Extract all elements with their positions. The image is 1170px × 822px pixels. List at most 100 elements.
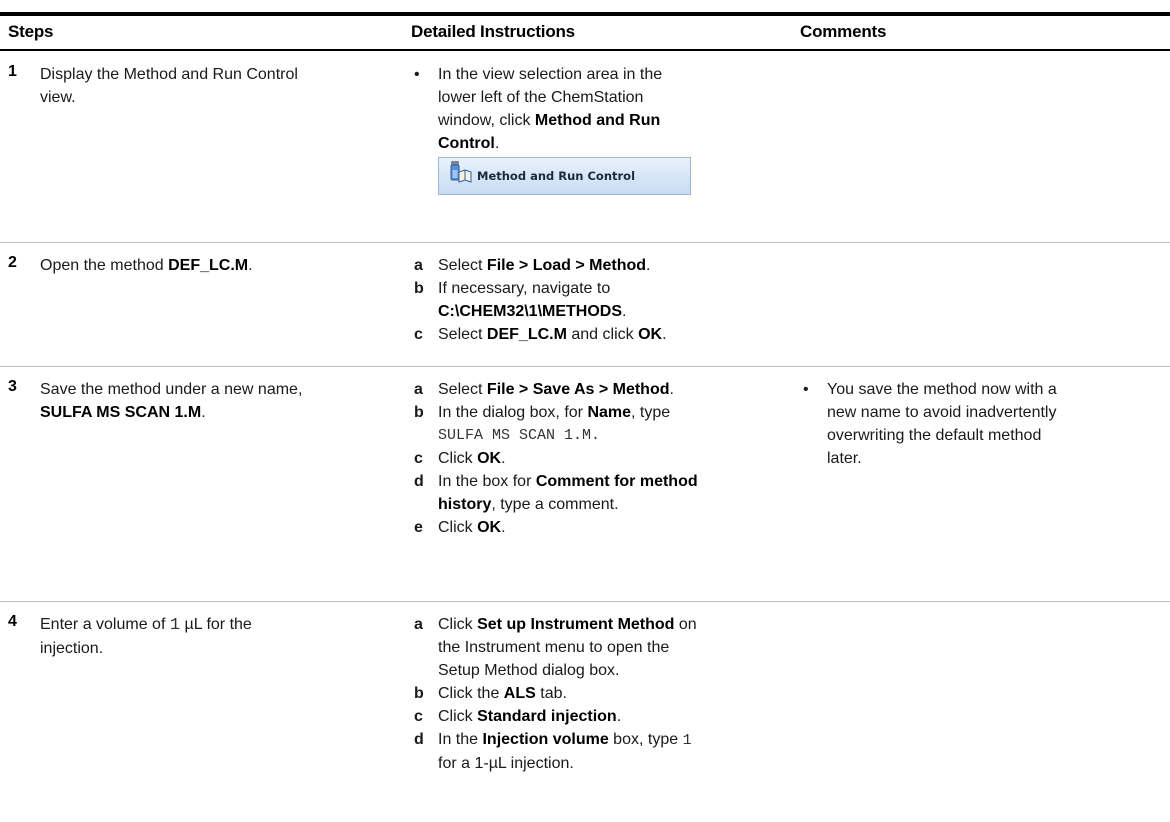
step-text-line: SULFA MS SCAN 1.M. — [40, 401, 400, 424]
header-rule — [0, 49, 1170, 51]
instruction-text: . — [616, 708, 622, 725]
instruction-text: Click — [438, 450, 478, 467]
instruction-bold: Injection volume — [482, 731, 609, 748]
step-text-part: . — [201, 404, 206, 421]
instruction-line: In the view selection area in the — [438, 66, 663, 83]
instruction-bold: OK — [638, 326, 663, 343]
instruction-text: . — [622, 303, 627, 320]
instruction-bold: Method and Run — [534, 112, 661, 129]
instruction-item: b In the dialog box, for Name, type SULF… — [411, 401, 771, 447]
instruction-text: , type a comment. — [491, 496, 619, 513]
instruction-text: on — [674, 616, 697, 633]
bullet-glyph: • — [414, 66, 420, 83]
instruction-item: c Select DEF_LC.M and click OK. — [411, 323, 771, 346]
item-letter: e — [414, 519, 423, 536]
comment-line: later. — [827, 450, 862, 467]
instruction-bold: OK — [477, 519, 502, 536]
item-letter: b — [414, 404, 424, 421]
instruction-text: In the — [438, 731, 483, 748]
instruction-text: If necessary, navigate to — [438, 280, 611, 297]
header-steps: Steps — [8, 22, 54, 41]
instruction-line: window, click Method and Run — [438, 109, 771, 132]
method-and-run-control-button-image: Method and Run Control — [438, 157, 691, 195]
step-text: Save the method under a new name, SULFA … — [40, 378, 400, 424]
step-text: Enter a volume of 1 µL for the injection… — [40, 613, 400, 660]
instruction-item: a Select File > Save As > Method. — [411, 378, 771, 401]
instruction-text: Click the — [438, 685, 504, 702]
instruction-item: c Click OK. — [411, 447, 771, 470]
instruction-line: In the box for Comment for method — [438, 470, 771, 493]
instruction-bold: Name — [587, 404, 632, 421]
instruction-text: In the dialog box, for — [438, 404, 588, 421]
instruction-bold: Set up Instrument Method — [477, 616, 675, 633]
step-text-part: Open the method — [40, 257, 169, 274]
instruction-bold: File > Save As > Method — [486, 381, 670, 398]
step-text: Open the method DEF_LC.M. — [40, 254, 400, 277]
instruction-text: . — [501, 450, 506, 467]
item-letter: d — [414, 473, 424, 490]
instruction-bold: C:\CHEM32\1\METHODS — [438, 303, 623, 320]
comment-line: new name to avoid inadvertently — [827, 404, 1057, 421]
step-text-part: . — [248, 257, 253, 274]
row-separator — [0, 366, 1170, 367]
step-number: 2 — [8, 254, 17, 271]
step-text-line: Enter a volume of 1 µL for the — [40, 613, 400, 637]
step-number: 4 — [8, 613, 17, 630]
instruction-item: c Click Standard injection. — [411, 705, 771, 728]
instructions-cell: a Click Set up Instrument Method on the … — [411, 613, 771, 775]
instruction-bold: history — [438, 496, 492, 513]
instruction-bold: OK — [477, 450, 502, 467]
instruction-line: C:\CHEM32\1\METHODS. — [438, 300, 771, 323]
instruction-text: window, click — [438, 112, 535, 129]
header-detailed-instructions: Detailed Instructions — [411, 22, 575, 41]
volume-value: 1 — [169, 616, 181, 635]
item-letter: c — [414, 708, 423, 725]
instructions-cell: a Select File > Save As > Method. b In t… — [411, 378, 771, 539]
instruction-bold: ALS — [503, 685, 536, 702]
instruction-line: the Instrument menu to open the — [438, 639, 670, 656]
instruction-bold: Control — [438, 135, 495, 152]
instructions-cell: a Select File > Load > Method. b If nece… — [411, 254, 771, 346]
instruction-item: e Click OK. — [411, 516, 771, 539]
step-text-line: injection. — [40, 640, 104, 657]
comment-line: overwriting the default method — [827, 427, 1042, 444]
item-letter: c — [414, 326, 423, 343]
instruction-text: . — [669, 381, 674, 398]
instruction-text: , type — [631, 404, 671, 421]
instruction-line: for a 1-µL injection. — [438, 755, 574, 772]
instruction-text: Select — [438, 381, 487, 398]
step-text-part: Enter a volume of — [40, 616, 170, 633]
item-letter: c — [414, 450, 423, 467]
comment-line: You save the method now with a — [827, 381, 1057, 398]
instruction-text: . — [501, 519, 506, 536]
instruction-line: Click Set up Instrument Method on — [438, 613, 771, 636]
instruction-line: In the dialog box, for Name, type — [438, 401, 771, 424]
comment-bullet-item: • You save the method now with a new nam… — [800, 378, 1165, 470]
instruction-bullet-item: • In the view selection area in the lowe… — [411, 63, 771, 195]
instruction-bold: Standard injection — [477, 708, 617, 725]
step-text-line: view. — [40, 89, 76, 106]
row-separator — [0, 601, 1170, 602]
instruction-bold: DEF_LC.M — [486, 326, 567, 343]
instruction-text: Click — [438, 616, 478, 633]
instruction-line: lower left of the ChemStation — [438, 89, 644, 106]
instruction-item: d In the Injection volume box, type 1 fo… — [411, 728, 771, 775]
instruction-text: Select — [438, 326, 487, 343]
bullet-glyph: • — [803, 381, 809, 398]
header-comments: Comments — [800, 22, 887, 41]
instruction-line: Control. — [438, 132, 771, 155]
instruction-text: Click — [438, 708, 478, 725]
step-text: Display the Method and Run Control view. — [40, 63, 400, 109]
comments-cell: • You save the method now with a new nam… — [800, 378, 1165, 470]
instruction-item: b Click the ALS tab. — [411, 682, 771, 705]
instruction-item: b If necessary, navigate to C:\CHEM32\1\… — [411, 277, 771, 323]
typed-text: 1 — [682, 732, 692, 749]
step-text-line: Save the method under a new name, — [40, 381, 303, 398]
instruction-text: . — [662, 326, 667, 343]
step-text-bold: SULFA MS SCAN 1.M — [40, 404, 202, 421]
button-image-label: Method and Run Control — [477, 168, 636, 183]
instruction-text: and click — [566, 326, 639, 343]
method-vial-book-icon — [449, 160, 477, 192]
item-letter: b — [414, 280, 424, 297]
step-text-bold: DEF_LC.M — [168, 257, 249, 274]
